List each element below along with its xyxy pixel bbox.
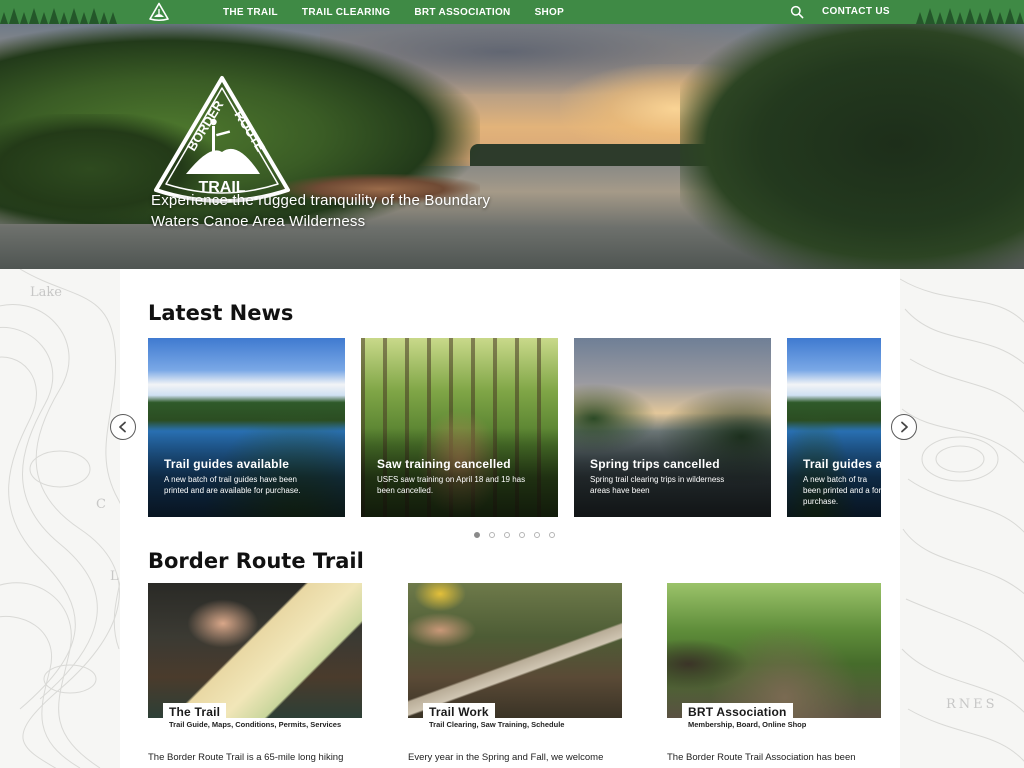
brt-card-brt-association[interactable]: BRT Association Membership, Board, Onlin…	[667, 583, 881, 768]
navbar-tree-silhouette-right	[916, 4, 1024, 24]
brt-card-sublinks: Trail Clearing, Saw Training, Schedule	[429, 720, 565, 729]
brt-card-text: Every year in the Spring and Fall, we we…	[408, 752, 604, 763]
news-card-trail-guides-repeat[interactable]: Trail guides a A new batch of tra been p…	[787, 338, 881, 517]
brt-card-text: The Border Route Trail is a 65-mile long…	[148, 752, 344, 763]
brt-card-trail-work[interactable]: Trail Work Trail Clearing, Saw Training,…	[408, 583, 622, 768]
brt-card-label: BRT Association	[682, 703, 793, 719]
news-card-desc: A new batch of trail guides have been pr…	[164, 475, 301, 495]
brt-card-sublinks: Membership, Board, Online Shop	[688, 720, 807, 729]
border-route-trail-heading: Border Route Trail	[148, 549, 364, 573]
latest-news-heading: Latest News	[148, 301, 294, 325]
carousel-dot[interactable]	[474, 532, 480, 538]
news-card-title: Trail guides a	[803, 457, 881, 471]
carousel-dot[interactable]	[534, 532, 540, 538]
hero-logo-word-route: ROUTE	[231, 108, 268, 155]
contact-us-link[interactable]: CONTACT US	[822, 0, 890, 24]
hero-right-pines	[680, 24, 1024, 269]
brt-card-sublinks: Trail Guide, Maps, Conditions, Permits, …	[169, 720, 342, 729]
carousel-dot[interactable]	[489, 532, 495, 538]
brt-card-text: The Border Route Trail Association has b…	[667, 752, 856, 763]
brt-card-the-trail[interactable]: The Trail Trail Guide, Maps, Conditions,…	[148, 583, 362, 768]
news-card-desc: USFS saw training on April 18 and 19 has…	[377, 475, 526, 495]
map-label-lake: Lake	[30, 285, 62, 300]
hero-tagline: Experience the rugged tranquility of the…	[151, 192, 491, 230]
navbar-tree-silhouette-left	[0, 4, 117, 24]
carousel-dot[interactable]	[549, 532, 555, 538]
brt-card-label: Trail Work	[423, 703, 495, 719]
news-card-desc: Spring trail clearing trips in wildernes…	[590, 475, 725, 495]
carousel-dot[interactable]	[519, 532, 525, 538]
carousel-next-button[interactable]	[891, 414, 917, 440]
nav-link-the-trail[interactable]: THE TRAIL	[223, 7, 278, 18]
map-label-l: L	[110, 569, 119, 584]
nav-link-trail-clearing[interactable]: TRAIL CLEARING	[302, 7, 390, 18]
nav-links: THE TRAIL TRAIL CLEARING BRT ASSOCIATION…	[223, 0, 588, 24]
brt-triangle-logo-icon[interactable]	[148, 2, 170, 22]
news-card-trail-guides[interactable]: Trail guides available A new batch of tr…	[148, 338, 345, 517]
brt-photo-sawing-log	[408, 583, 622, 718]
brt-photo-map-reading	[148, 583, 362, 718]
carousel-dot[interactable]	[504, 532, 510, 538]
news-card-spring-trips[interactable]: Spring trips cancelled Spring trail clea…	[574, 338, 771, 517]
search-icon[interactable]	[790, 5, 804, 19]
brt-photo-rooty-trail	[667, 583, 881, 718]
top-navbar: THE TRAIL TRAIL CLEARING BRT ASSOCIATION…	[0, 0, 1024, 24]
chevron-left-icon	[119, 421, 126, 433]
news-card-title: Saw training cancelled	[377, 457, 511, 471]
news-card-title: Spring trips cancelled	[590, 457, 720, 471]
map-label-rnes: RNES	[946, 697, 998, 712]
news-card-shade	[361, 428, 558, 517]
news-card-shade	[148, 428, 345, 517]
carousel-prev-button[interactable]	[110, 414, 136, 440]
brt-hero-logo-icon: BORDER ROUTE TRAIL	[154, 76, 290, 203]
hero-banner: BORDER ROUTE TRAIL Experience the rugged…	[0, 24, 1024, 269]
news-card-title: Trail guides available	[164, 457, 290, 471]
nav-link-shop[interactable]: SHOP	[535, 7, 565, 18]
news-card-shade	[574, 428, 771, 517]
news-card-saw-training[interactable]: Saw training cancelled USFS saw training…	[361, 338, 558, 517]
brt-card-label: The Trail	[163, 703, 227, 719]
nav-link-brt-association[interactable]: BRT ASSOCIATION	[414, 7, 510, 18]
news-card-desc: A new batch of tra been printed and a fo…	[803, 475, 881, 506]
chevron-right-icon	[901, 421, 908, 433]
carousel-pagination	[474, 532, 555, 538]
map-label-c: C	[96, 497, 106, 512]
